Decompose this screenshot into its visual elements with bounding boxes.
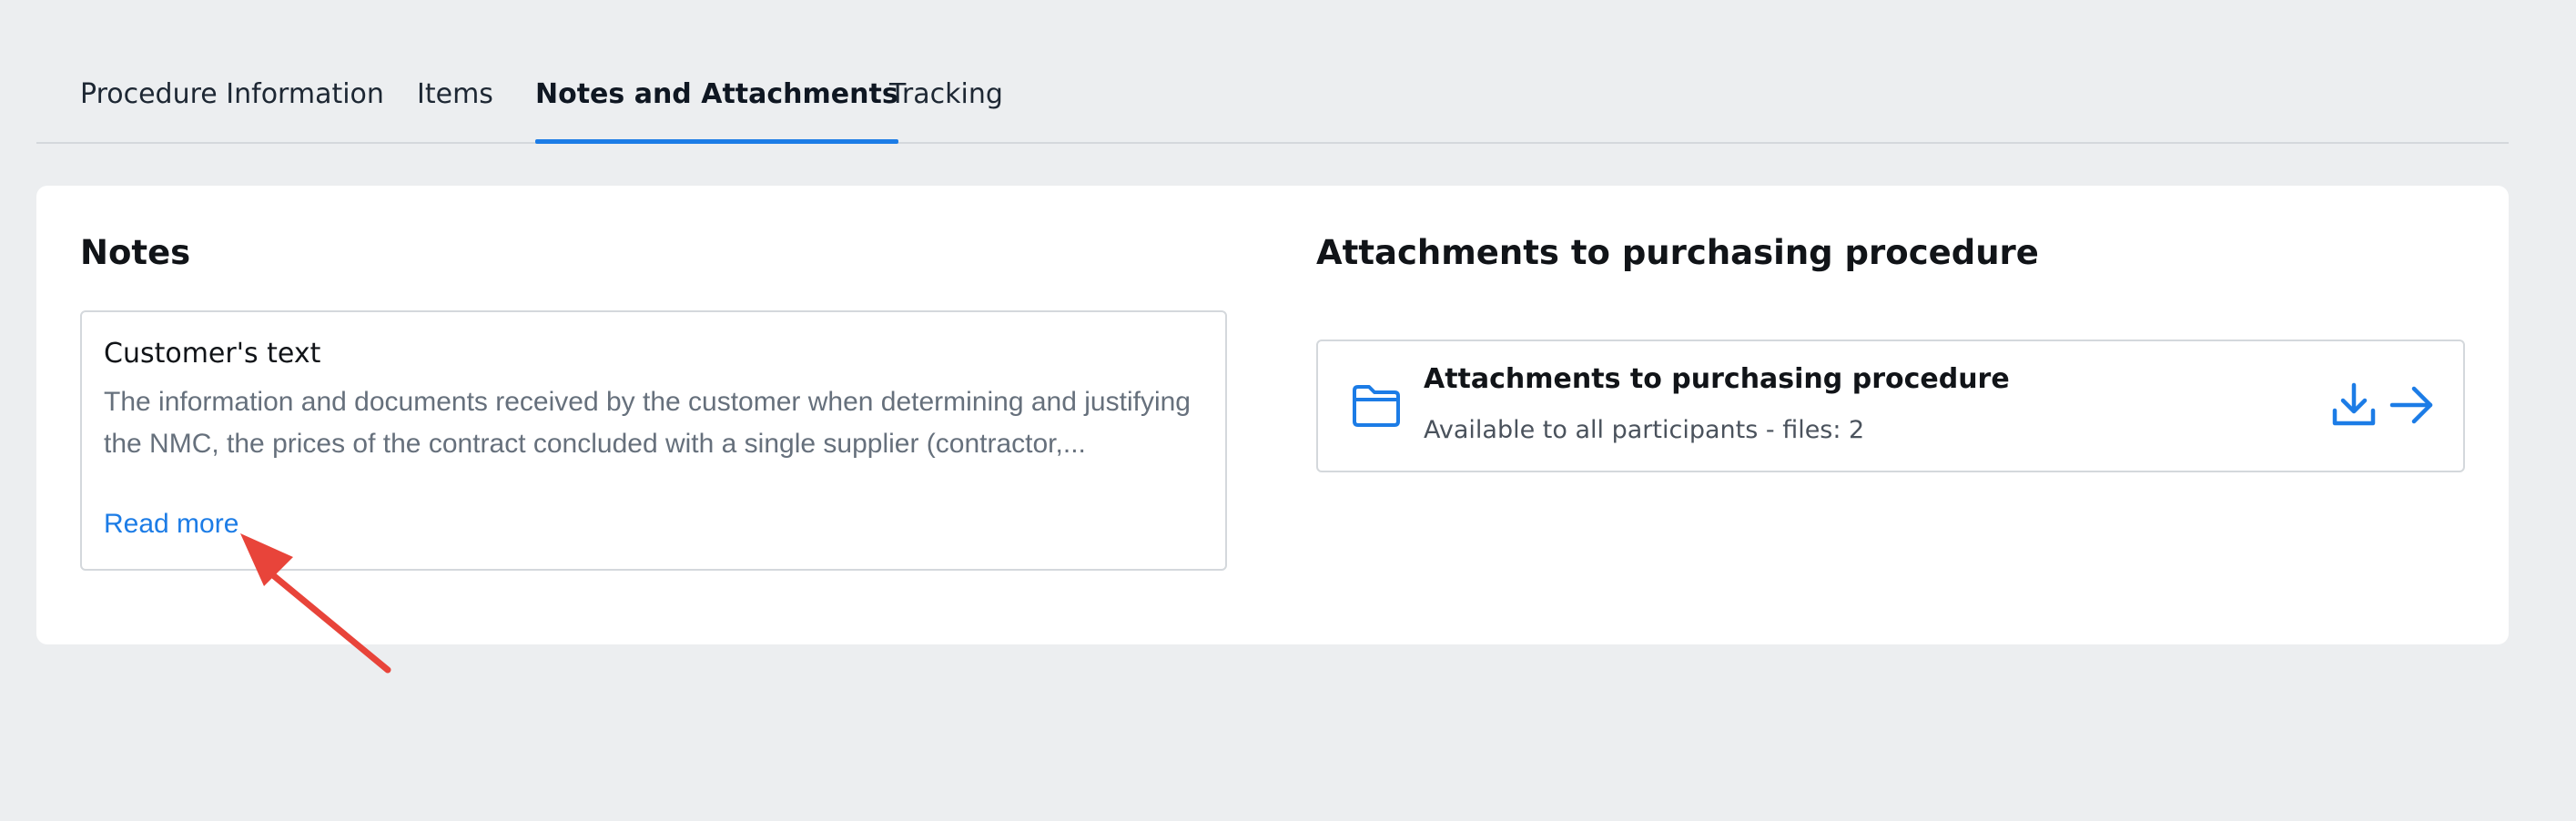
tab-tracking[interactable]: Tracking	[889, 73, 1003, 142]
notes-heading: Notes	[80, 233, 191, 272]
note-title: Customer's text	[104, 338, 321, 370]
attachments-heading: Attachments to purchasing procedure	[1316, 233, 2039, 272]
attachment-card[interactable]: Attachments to purchasing procedure Avai…	[1316, 340, 2465, 472]
attachment-title: Attachments to purchasing procedure	[1424, 363, 2010, 395]
note-text: The information and documents received b…	[104, 387, 1191, 459]
folder-icon	[1353, 385, 1400, 427]
tab-notes-and-attachments[interactable]: Notes and Attachments	[535, 73, 898, 144]
tab-procedure-information[interactable]: Procedure Information	[80, 73, 384, 142]
tab-bar: Procedure Information Items Notes and At…	[36, 0, 2509, 144]
content-panel: Notes Customer's text The information an…	[36, 186, 2509, 644]
read-more-link[interactable]: Read more	[104, 509, 238, 540]
note-card: Customer's text The information and docu…	[80, 310, 1227, 571]
arrow-right-icon[interactable]	[2388, 381, 2436, 429]
tab-items[interactable]: Items	[417, 73, 493, 142]
download-icon[interactable]	[2330, 381, 2378, 429]
attachment-subtitle: Available to all participants - files: 2	[1424, 416, 1865, 444]
